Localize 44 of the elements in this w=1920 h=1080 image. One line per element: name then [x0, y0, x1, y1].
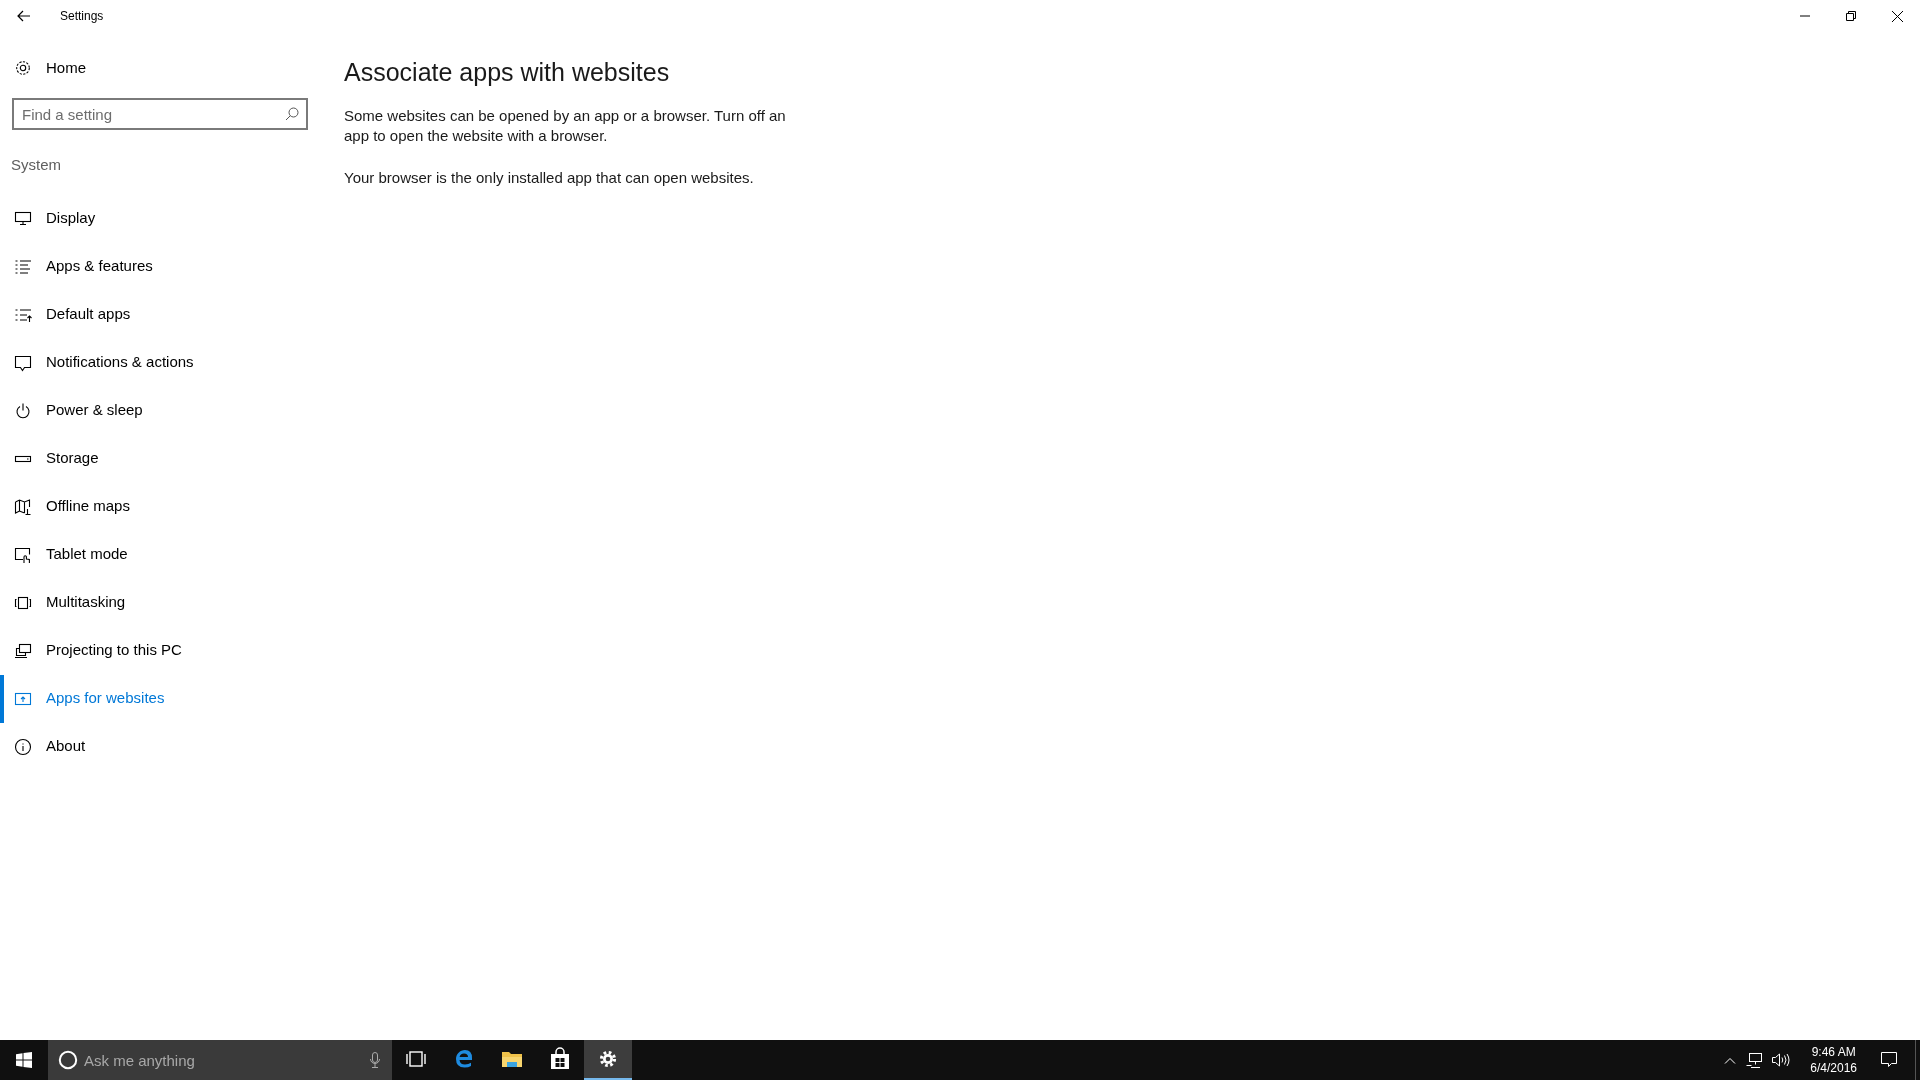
projection-icon: [14, 641, 32, 660]
nav-item[interactable]: Storage: [0, 434, 320, 483]
shopping-bag-icon: [548, 1047, 572, 1071]
taskbar-app-button[interactable]: [584, 1040, 632, 1080]
power-icon: [14, 401, 32, 420]
gear-icon: [14, 59, 32, 77]
nav-item[interactable]: Apps & features: [0, 242, 320, 291]
nav-item[interactable]: Default apps: [0, 290, 320, 339]
search-field[interactable]: Find a setting: [12, 98, 308, 130]
nav-item[interactable]: Offline maps: [0, 482, 320, 531]
nav-item[interactable]: Tablet mode: [0, 530, 320, 579]
action-center-icon[interactable]: [1881, 1052, 1897, 1068]
list-icon: [14, 257, 32, 276]
back-arrow-icon: [17, 10, 31, 22]
windows-logo-icon: [16, 1052, 32, 1068]
tablet-touch-icon: [14, 545, 32, 564]
minimize-icon: [1800, 15, 1810, 17]
clock[interactable]: 9:46 AM 6/4/2016: [1804, 1044, 1863, 1076]
speech-bubble-icon: [14, 353, 32, 372]
search-icon: [285, 107, 299, 121]
microphone-icon: [370, 1052, 380, 1068]
nav-item[interactable]: Notifications & actions: [0, 338, 320, 387]
info-icon: [14, 737, 32, 756]
close-icon: [1891, 10, 1903, 22]
nav-item[interactable]: Projecting to this PC: [0, 626, 320, 675]
nav-item[interactable]: Multitasking: [0, 578, 320, 627]
speaker-icon[interactable]: [1772, 1053, 1791, 1067]
nav-item[interactable]: About: [0, 722, 320, 771]
chevron-up-icon[interactable]: [1724, 1056, 1737, 1064]
taskbar-search-box[interactable]: Ask me anything: [48, 1040, 392, 1080]
network-icon[interactable]: [1746, 1052, 1763, 1068]
nav-item[interactable]: Apps for websites: [0, 674, 320, 723]
page-heading: Associate apps with websites: [344, 57, 670, 88]
window-title: Settings: [60, 8, 104, 25]
monitor-icon: [14, 209, 32, 228]
nav-item[interactable]: Power & sleep: [0, 386, 320, 435]
restore-icon: [1846, 11, 1856, 21]
map-icon: [14, 497, 32, 516]
description-text: Your browser is the only installed app that can open websites.: [344, 167, 755, 188]
home-nav-item[interactable]: Home: [0, 50, 320, 86]
nav-item[interactable]: Display: [0, 194, 320, 243]
ring-icon: [58, 1050, 78, 1070]
section-heading: System: [11, 155, 61, 175]
description-text: Some websites can be opened by an app or a browser. Turn off an app to open the website with a browser.: [344, 105, 787, 146]
